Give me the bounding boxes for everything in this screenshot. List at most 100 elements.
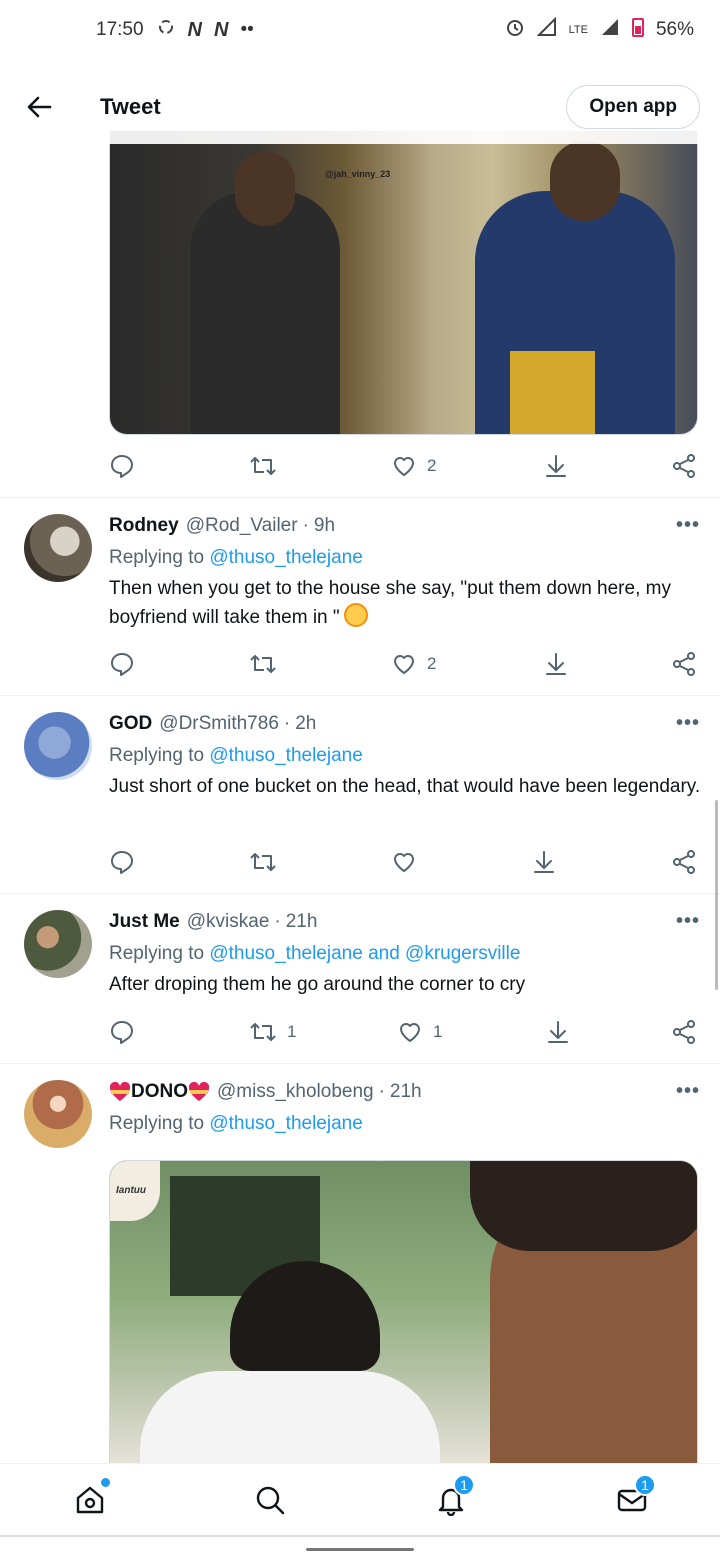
like-count: 2: [427, 654, 437, 673]
open-app-button[interactable]: Open app: [566, 85, 700, 129]
author-name[interactable]: DONO: [131, 1081, 188, 1103]
replying-to: Replying to @thuso_thelejane: [109, 547, 363, 569]
replying-prefix: Replying to: [109, 1113, 205, 1134]
photo-podium-crest: [510, 351, 595, 434]
app-n-icon: N: [187, 18, 202, 41]
download-button[interactable]: [531, 849, 557, 875]
mention-link[interactable]: @thuso_thelejane: [209, 745, 362, 766]
tweet-time[interactable]: 21h: [390, 1081, 422, 1103]
share-icon: [673, 850, 695, 874]
download-button[interactable]: [543, 651, 569, 677]
reply-icon: [111, 653, 133, 676]
network-type: LTE: [568, 24, 588, 36]
author-handle[interactable]: @miss_kholobeng: [217, 1081, 374, 1103]
replying-to: Replying to @thuso_thelejane: [109, 1113, 363, 1135]
tweet-text-content: Then when you get to the house she say, …: [109, 578, 671, 628]
first-post-actions: 2: [109, 448, 698, 484]
divider: [0, 695, 720, 696]
replying-to: Replying to @thuso_thelejane: [109, 745, 363, 767]
photo-head-left: [235, 151, 295, 226]
reply-button[interactable]: [109, 453, 135, 479]
author-name[interactable]: GOD: [109, 713, 152, 735]
share-button[interactable]: [671, 849, 697, 875]
like-count: 1: [433, 1022, 443, 1041]
tweet-text: Just short of one bucket on the head, th…: [109, 776, 701, 797]
more-options-icon[interactable]: •••: [676, 712, 700, 735]
author-name[interactable]: Just Me: [109, 911, 180, 933]
like-count: 2: [427, 456, 437, 475]
more-options-icon[interactable]: •••: [676, 910, 700, 933]
photo-figure-left: [190, 191, 340, 434]
photo-watermark: @jah_vinny_23: [325, 169, 391, 179]
retweet-button[interactable]: [249, 651, 277, 677]
mention-link[interactable]: @thuso_thelejane: [209, 547, 362, 568]
heart-icon: [394, 655, 414, 674]
tweet-photo[interactable]: @jah_vinny_23: [109, 130, 698, 435]
like-button[interactable]: 2: [391, 651, 436, 677]
nav-search[interactable]: [250, 1480, 290, 1520]
mention-link[interactable]: @thuso_thelejane and @krugersville: [209, 943, 520, 964]
share-icon: [673, 454, 695, 478]
download-button[interactable]: [545, 1019, 571, 1045]
sync-icon: [156, 17, 176, 43]
tweet-time[interactable]: 2h: [295, 713, 316, 735]
replying-prefix: Replying to: [109, 943, 205, 964]
like-button[interactable]: [391, 849, 417, 875]
reply-icon: [111, 455, 133, 478]
heart-emoji-icon: [188, 1081, 210, 1102]
back-button[interactable]: [22, 90, 56, 124]
retweet-button[interactable]: [249, 849, 277, 875]
arrow-left-icon: [27, 96, 52, 118]
separator-dot: ·: [302, 514, 309, 536]
share-button[interactable]: [671, 453, 697, 479]
reply-icon: [111, 1021, 133, 1044]
heart-icon: [394, 853, 414, 872]
divider: [0, 497, 720, 498]
reply-button[interactable]: [109, 651, 135, 677]
like-button[interactable]: 2: [391, 453, 436, 479]
reply-button[interactable]: [109, 1019, 135, 1045]
share-button[interactable]: [671, 651, 697, 677]
nav-messages[interactable]: 1: [612, 1474, 656, 1520]
notifications-badge: 1: [453, 1474, 475, 1496]
signal-icon-2: [600, 17, 620, 43]
retweet-button[interactable]: 1: [249, 1019, 296, 1045]
share-icon: [673, 652, 695, 676]
author-name[interactable]: Rodney: [109, 515, 179, 537]
replying-prefix: Replying to: [109, 745, 205, 766]
tweet-header: Just Me @kviskae · 21h •••: [109, 910, 700, 933]
reply-button[interactable]: [109, 849, 135, 875]
download-button[interactable]: [543, 453, 569, 479]
scrollbar[interactable]: [715, 800, 718, 990]
reply-actions: 2: [109, 646, 698, 682]
tweet-time[interactable]: 9h: [314, 515, 335, 537]
home-unread-dot: [101, 1478, 110, 1487]
heart-icon: [400, 1023, 420, 1042]
download-icon: [534, 851, 554, 873]
author-handle[interactable]: @kviskae: [187, 911, 270, 933]
mention-link[interactable]: @thuso_thelejane: [209, 1113, 362, 1134]
avatar[interactable]: [24, 1080, 92, 1148]
download-icon: [548, 1021, 568, 1043]
like-button[interactable]: 1: [397, 1019, 442, 1045]
signal-icon: [536, 16, 557, 43]
home-icon: [76, 1486, 104, 1514]
nav-home[interactable]: [70, 1478, 110, 1520]
avatar[interactable]: [24, 514, 92, 582]
reply-video[interactable]: Iantuu: [109, 1160, 698, 1470]
search-icon: [256, 1486, 285, 1515]
tweet-time[interactable]: 21h: [286, 911, 318, 933]
nav-notifications[interactable]: 1: [431, 1474, 475, 1520]
app-n-icon-2: N: [214, 18, 229, 41]
author-handle[interactable]: @Rod_Vailer: [186, 515, 298, 537]
share-button[interactable]: [671, 1019, 697, 1045]
gesture-home-bar[interactable]: [306, 1548, 414, 1551]
avatar[interactable]: [24, 910, 92, 978]
more-options-icon[interactable]: •••: [676, 1080, 700, 1103]
avatar[interactable]: [24, 712, 92, 780]
retweet-icon: [250, 853, 276, 871]
author-handle[interactable]: @DrSmith786: [159, 713, 279, 735]
photo-head-right: [550, 141, 620, 221]
retweet-button[interactable]: [249, 453, 277, 479]
more-options-icon[interactable]: •••: [676, 514, 700, 537]
